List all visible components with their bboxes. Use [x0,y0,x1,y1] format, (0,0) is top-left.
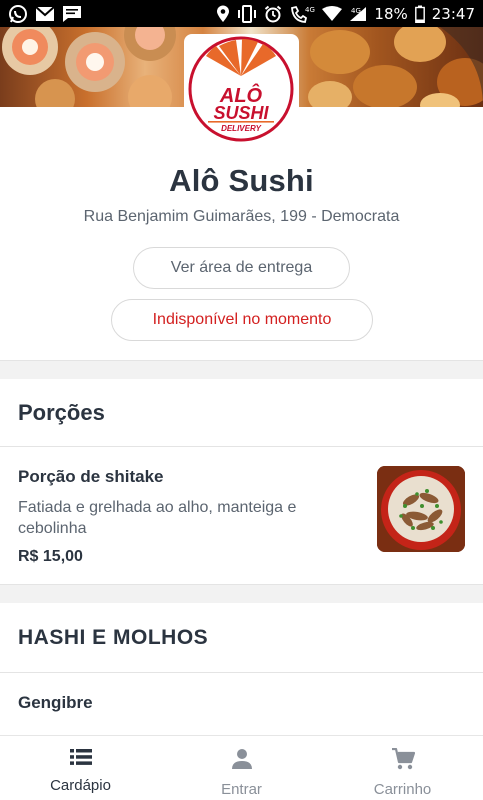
menu-list-icon [69,748,92,771]
battery-icon [414,5,425,23]
menu-item-porcao-de-shitake[interactable]: Porção de shitake Fatiada e grelhada ao … [0,448,483,585]
item-name: Porção de shitake [18,467,164,486]
status-bar-notifications [8,4,82,24]
menu-section-porcoes: Porções Porção de shitake Fatiada e grel… [0,379,483,585]
message-icon [62,5,82,23]
battery-percentage: 18% [374,4,408,23]
wifi-icon [322,5,343,22]
svg-text:SUSHI: SUSHI [213,103,269,123]
bottom-navigation: Cardápio Entrar Carrinho [0,735,483,800]
svg-text:4G: 4G [351,7,361,15]
menu-item-gengibre[interactable]: Gengibre [18,693,93,713]
tab-carrinho[interactable]: Carrinho [322,736,483,800]
signal-icon: 4G [349,6,367,22]
vibrate-icon [237,4,257,23]
item-photo [377,466,465,552]
section-title: HASHI E MOLHOS [0,603,483,673]
alarm-icon [264,5,282,23]
status-bar: 4G 4G 18% 23:47 [0,0,483,27]
clock: 23:47 [431,4,475,23]
gmail-icon [35,5,55,22]
section-title: Porções [0,379,483,447]
whatsapp-icon [8,4,28,24]
cart-icon [391,747,415,775]
tab-entrar[interactable]: Entrar [161,736,322,800]
tab-label: Carrinho [373,781,432,798]
location-icon [216,5,230,23]
item-description: Fatiada e grelhada ao alho, manteiga e c… [18,499,297,537]
restaurant-logo: ALÔ SUSHI DELIVERY [184,34,299,144]
tab-cardapio[interactable]: Cardápio [0,736,161,800]
delivery-area-button[interactable]: Ver área de entrega [133,247,350,289]
svg-text:4G: 4G [305,6,315,14]
volte-call-icon: 4G [289,5,315,23]
restaurant-name: Alô Sushi [169,163,314,198]
tab-label: Cardápio [50,777,111,794]
status-bar-system: 4G 4G 18% 23:47 [216,4,475,23]
person-icon [231,748,253,775]
tab-label: Entrar [221,781,262,798]
menu-section-hashi-e-molhos: HASHI E MOLHOS Gengibre [0,603,483,735]
restaurant-address: Rua Benjamim Guimarães, 199 - Democrata [83,208,400,225]
svg-text:DELIVERY: DELIVERY [221,124,262,133]
availability-status-button[interactable]: Indisponível no momento [111,299,373,341]
item-price: R$ 15,00 [18,548,83,565]
